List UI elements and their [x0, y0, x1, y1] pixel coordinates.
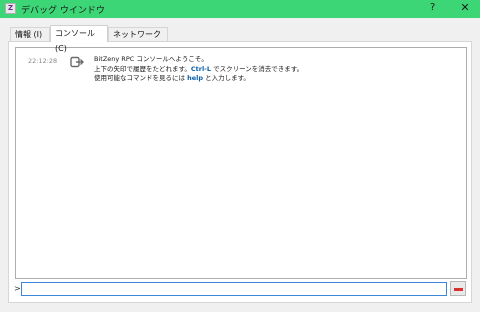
console-command-input[interactable] — [21, 282, 447, 296]
help-button[interactable]: ? — [430, 2, 435, 13]
title-bar[interactable]: Z デバッグ ウインドウ ? ✕ — [0, 0, 480, 18]
message-timestamp: 22:12:28 — [28, 57, 58, 65]
welcome-line-2: 上下の矢印で履歴をたどれます。Ctrl-L でスクリーンを消去できます。 — [94, 64, 304, 73]
clear-console-icon — [454, 288, 463, 291]
welcome-message: BitZeny RPC コンソールへようこそ。 上下の矢印で履歴をたどれます。C… — [94, 55, 303, 84]
window-title: デバッグ ウインドウ — [21, 6, 105, 16]
resize-grip[interactable] — [472, 304, 478, 310]
console-output[interactable]: 22:12:28 BitZeny RPC コンソールへようこそ。 上下の矢印で履… — [15, 47, 467, 279]
clear-console-button[interactable] — [450, 281, 466, 296]
tab-network[interactable]: ネットワーク (N) — [108, 27, 168, 52]
tab-info[interactable]: 情報 (I) — [10, 27, 50, 41]
close-button[interactable]: ✕ — [458, 1, 472, 15]
welcome-line-1: BitZeny RPC コンソールへようこそ。 — [94, 55, 208, 63]
prompt-symbol: > — [14, 284, 21, 293]
console-tab-panel: 22:12:28 BitZeny RPC コンソールへようこそ。 上下の矢印で履… — [8, 41, 472, 303]
help-command: help — [187, 74, 203, 82]
console-output-icon — [70, 56, 84, 68]
tab-console[interactable]: コンソール (C) — [50, 25, 108, 53]
bitzeny-logo-icon: Z — [5, 3, 16, 14]
shortcut-ctrl-l: Ctrl-L — [190, 64, 212, 73]
welcome-line-3: 使用可能なコマンドを見るには help と入力します。 — [94, 74, 250, 82]
